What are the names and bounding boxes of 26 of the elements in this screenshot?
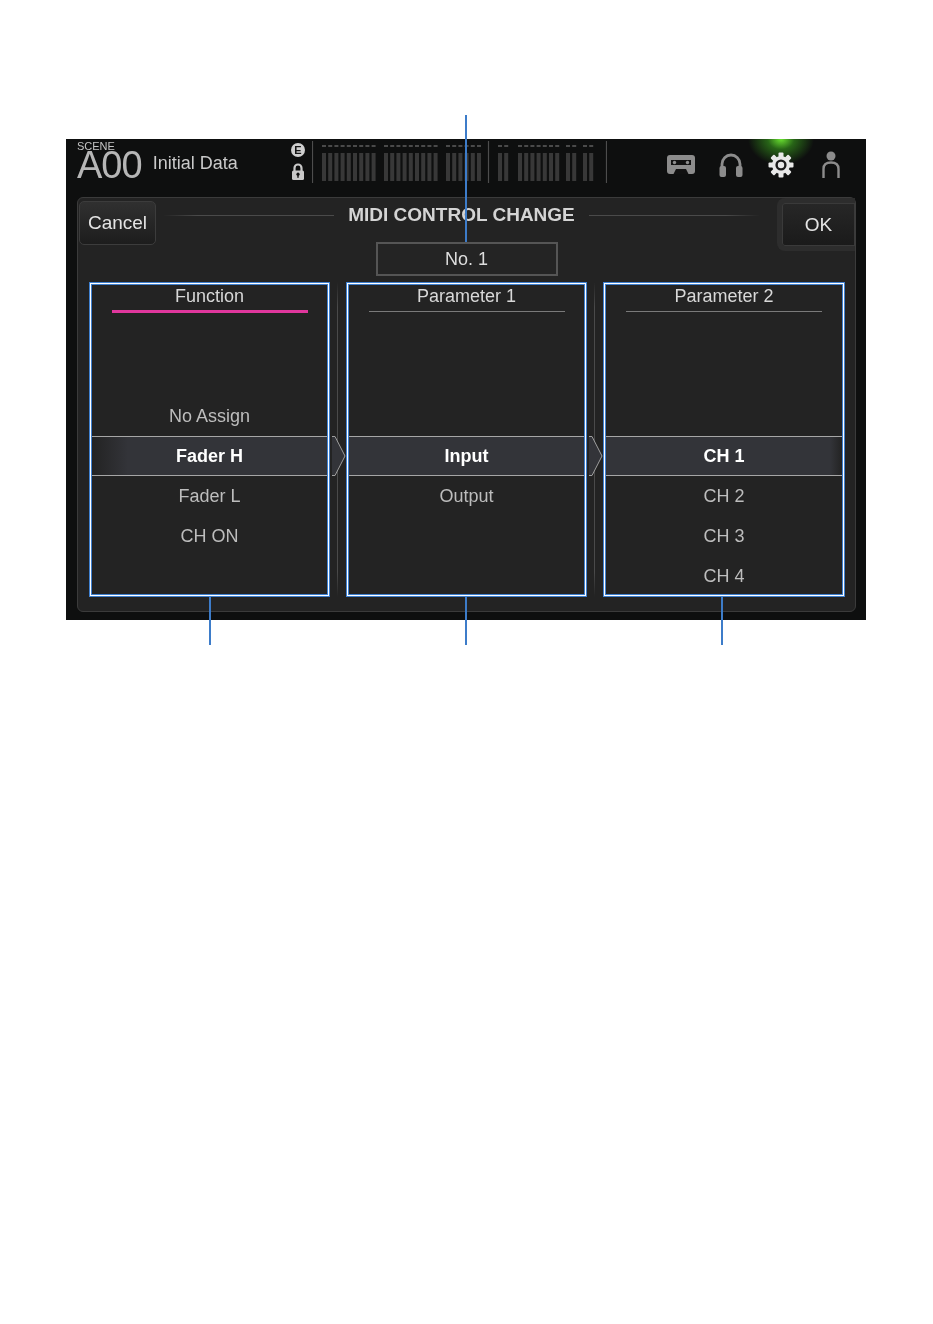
- list-option[interactable]: CH ON: [92, 516, 327, 556]
- list-option[interactable]: CH 3: [606, 516, 842, 556]
- list-option[interactable]: Fader L: [92, 476, 327, 516]
- list-option[interactable]: Input: [349, 436, 584, 476]
- ok-button[interactable]: OK: [777, 198, 855, 251]
- column-title: Parameter 1: [416, 286, 516, 306]
- list-option[interactable]: Output: [349, 476, 584, 516]
- number-display[interactable]: No. 1: [375, 242, 558, 276]
- chevron-icon: [332, 436, 346, 476]
- list-option[interactable]: Fader H: [92, 436, 327, 476]
- list-option[interactable]: CH 1: [606, 436, 842, 476]
- gear-icon[interactable]: [768, 151, 794, 178]
- scene-number: A00: [77, 149, 142, 182]
- list-option[interactable]: CH 2: [606, 476, 842, 516]
- scene-name: Initial Data: [152, 153, 238, 174]
- person-icon[interactable]: [822, 151, 840, 178]
- column-title: Function: [174, 286, 244, 306]
- column-title: Parameter 2: [674, 286, 774, 306]
- letter-badge: E: [291, 143, 305, 157]
- list-option[interactable]: CH 4: [606, 556, 842, 596]
- chevron-icon: [589, 436, 603, 476]
- cassette-icon[interactable]: [667, 155, 695, 174]
- list-option[interactable]: No Assign: [92, 396, 327, 436]
- headphones-icon[interactable]: [719, 152, 743, 177]
- cancel-button[interactable]: Cancel: [79, 201, 156, 245]
- scene-label: SCENE: [77, 141, 115, 152]
